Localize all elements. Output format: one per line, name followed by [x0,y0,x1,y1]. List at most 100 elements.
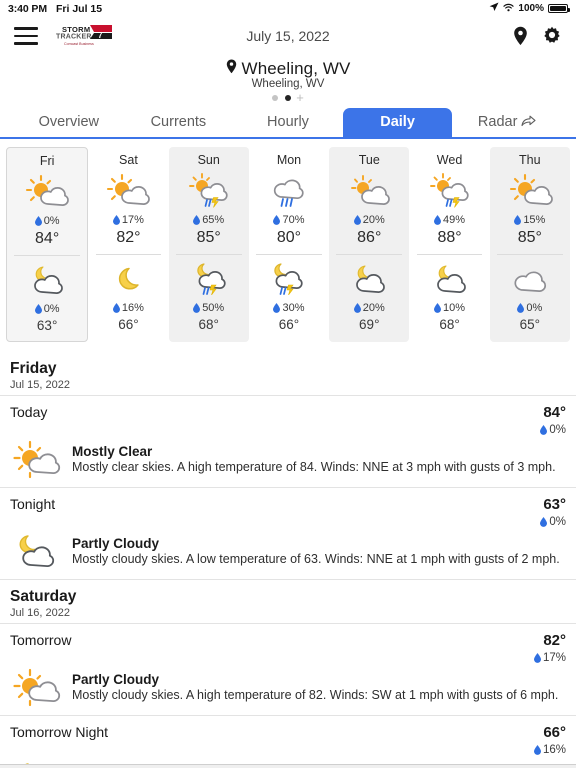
bottom-bar [0,764,576,768]
precip-probability-night: 20% [353,302,385,314]
navigation-bar: STORM TRACKER 7 Comcast Business July 15… [0,17,576,55]
svg-text:Comcast Business: Comcast Business [64,42,94,46]
water-drop-icon [112,303,120,313]
moon-behind-cloud-icon [427,259,473,299]
sun-cloud-thunder-rain-icon [186,171,232,211]
precip-value: 16% [542,744,566,756]
precip-probability: 65% [193,214,224,226]
period-body: Mostly Clear [10,757,566,764]
period-condition: Partly Cloudy [72,672,160,687]
day-high-temp: 85° [517,229,542,246]
sun-behind-cloud-icon [24,172,70,212]
period-temp: 66° [543,724,566,741]
daily-detail-list[interactable]: Friday Jul 15, 2022 Today 84° 0% Mostly … [0,352,576,764]
detail-day-header: Friday Jul 15, 2022 [0,352,576,396]
day-name: Wed [436,153,463,167]
period-header: Today 84° 0% [10,404,566,436]
period-label: Tomorrow [10,632,72,648]
tab-label: Daily [380,114,415,131]
water-drop-icon [533,745,541,755]
pagination-dot[interactable] [272,95,279,101]
tab-overview[interactable]: Overview [14,108,124,137]
detail-period-row[interactable]: Tonight 63° 0% Partly Cloudy Mostly clou… [0,488,576,580]
period-text: Partly Cloudy Mostly cloudy skies. A low… [72,536,566,566]
sun-behind-cloud-icon [346,171,392,211]
day-high-temp: 86° [357,229,382,246]
precip-value: 15% [523,214,546,226]
moon-icon [105,259,151,299]
forecast-day-card[interactable]: Sun 65% 85° 50% 68° [168,147,249,342]
period-description: Mostly cloudy skies. A low temperature o… [72,552,560,566]
day-high-temp: 80° [276,229,302,246]
forecast-day-card[interactable]: Sat 17% 82° 16% 66° [88,147,169,342]
forecast-day-card[interactable]: Thu 15% 85° 0% 65° [489,147,570,342]
precip-value: 17% [121,214,144,226]
period-condition: Mostly Clear [72,444,153,459]
sun-behind-cloud-icon [507,171,553,211]
period-text: Partly Cloudy Mostly cloudy skies. A hig… [72,672,566,702]
period-values: 63° 0% [540,496,566,528]
precip-probability: 0% [34,215,60,227]
period-precip: 0% [540,516,566,528]
forecast-day-card[interactable]: Mon 70% 80° 30% 66° [248,147,330,342]
forecast-day-card[interactable]: Tue 20% 86° 20% 69° [329,147,410,342]
detail-period-row[interactable]: Tomorrow 82° 17% Partly Cloudy Mostly cl… [0,624,576,716]
pagination-dot-active[interactable] [285,95,292,101]
cloud-rain-icon [266,171,312,211]
day-low-temp: 66° [118,317,139,332]
precip-value: 17% [542,652,566,664]
status-time: 3:40 PM [8,2,47,15]
forecast-day-card[interactable]: Wed 49% 88° 10% 68° [409,147,490,342]
card-divider [175,254,242,255]
tab-radar[interactable]: Radar [452,108,562,137]
precip-value: 0% [43,215,60,227]
location-pagination[interactable]: + [0,91,576,104]
location-name-row[interactable]: Wheeling, WV [0,59,576,79]
precip-value: 20% [362,302,385,314]
sun-behind-cloud-icon [105,171,151,211]
forecast-day-card[interactable]: Fri 0% 84° 0% 63° [6,147,89,342]
tab-currents[interactable]: Currents [124,108,234,137]
gear-icon[interactable] [542,26,562,46]
period-values: 84° 0% [540,404,566,436]
storm-tracker-logo[interactable]: STORM TRACKER 7 Comcast Business [50,23,114,49]
water-drop-icon [533,653,541,663]
svg-text:7: 7 [98,31,103,40]
water-drop-icon [353,215,361,225]
tab-hourly[interactable]: Hourly [233,108,343,137]
add-location-button[interactable]: + [296,91,304,104]
detail-day-date: Jul 16, 2022 [10,607,70,619]
water-drop-icon [112,215,120,225]
location-header: Wheeling, WV Wheeling, WV + [0,55,576,108]
period-precip: 0% [540,424,566,436]
period-header: Tomorrow Night 66° 16% [10,724,566,756]
precip-probability: 49% [434,214,465,226]
day-name: Tue [358,153,380,167]
water-drop-icon [193,303,201,313]
precip-value: 0% [549,516,566,528]
status-right-group: 100% [489,2,570,15]
day-low-temp: 65° [519,317,541,332]
period-description: Mostly cloudy skies. A high temperature … [72,688,559,702]
period-label: Tonight [10,496,56,512]
tab-daily[interactable]: Daily [342,108,453,137]
tab-label: Currents [150,114,207,131]
day-low-temp: 66° [278,317,300,332]
precip-value: 50% [202,302,225,314]
detail-period-row[interactable]: Today 84° 0% Mostly Clear Mostly clear s… [0,396,576,488]
day-low-temp: 68° [439,317,460,332]
period-temp: 82° [543,632,566,649]
day-name: Thu [519,153,541,167]
location-pin-icon[interactable] [513,26,528,46]
precip-probability-night: 0% [517,302,542,314]
water-drop-icon [517,303,525,313]
detail-day-header: Saturday Jul 16, 2022 [0,580,576,624]
moon-cloud-thunder-rain-icon [266,259,312,299]
status-date: Fri Jul 15 [55,2,103,15]
tab-bar: Overview Currents Hourly Daily Radar [0,108,576,139]
location-arrow-icon [489,2,499,15]
detail-period-row[interactable]: Tomorrow Night 66° 16% [0,716,576,764]
battery-icon [548,4,570,13]
precip-probability-night: 50% [193,302,224,314]
hamburger-menu-icon[interactable] [14,27,38,45]
